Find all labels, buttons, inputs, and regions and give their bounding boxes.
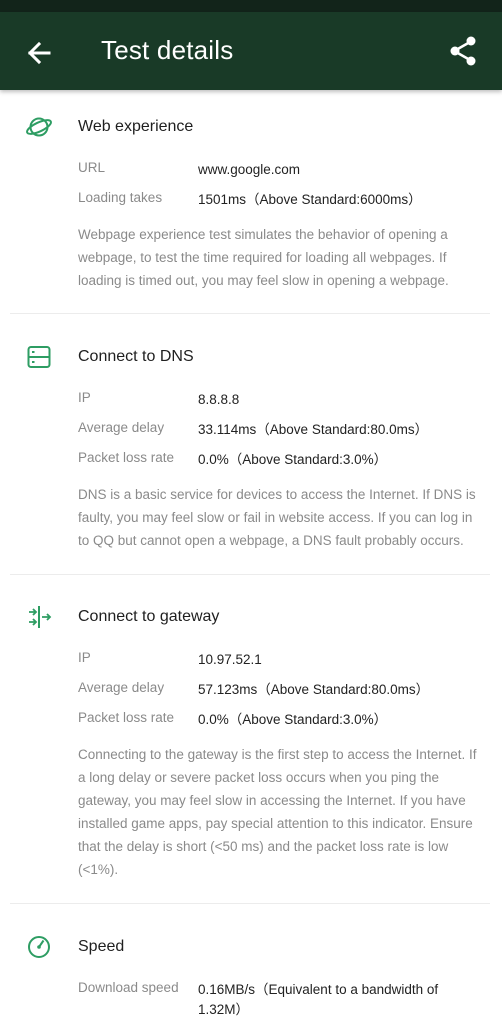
- row-value: 57.123ms（Above Standard:80.0ms）: [198, 682, 430, 697]
- row-label: Average delay: [78, 680, 165, 695]
- row-value: 0.0%（Above Standard:3.0%）: [198, 712, 388, 727]
- status-bar: [0, 0, 502, 12]
- row-label: Packet loss rate: [78, 710, 175, 725]
- page-title: Test details: [101, 35, 234, 65]
- share-icon: [450, 36, 476, 66]
- section-description: DNS is a basic service for devices to ac…: [78, 487, 476, 548]
- section-title: Web experience: [78, 118, 194, 135]
- arrow-left-icon: [27, 41, 51, 65]
- row-label: Packet loss rate: [78, 450, 175, 465]
- section-description: Webpage experience test simulates the be…: [78, 227, 449, 288]
- section-title: Connect to gateway: [78, 608, 220, 625]
- gateway-arrows-icon: [29, 606, 52, 628]
- row-value: 33.114ms（Above Standard:80.0ms）: [198, 422, 429, 437]
- divider: [10, 313, 490, 314]
- row-label: Loading takes: [78, 190, 163, 205]
- row-label: Download speed: [78, 980, 179, 995]
- row-label: IP: [78, 390, 91, 405]
- back-button[interactable]: [22, 36, 56, 70]
- row-value: 10.97.52.1: [198, 652, 262, 667]
- row-label: URL: [78, 160, 106, 175]
- row-value: www.google.com: [198, 162, 301, 177]
- row-value: 8.8.8.8: [198, 392, 240, 407]
- section-title: Speed: [78, 938, 125, 955]
- server-icon: [27, 346, 51, 368]
- row-value: 0.0%（Above Standard:3.0%）: [198, 452, 388, 467]
- row-label: Average delay: [78, 420, 165, 435]
- row-value: 0.16MB/s（Equivalent to a bandwidth of 1.…: [198, 982, 439, 1017]
- row-value: 1501ms（Above Standard:6000ms）: [198, 192, 422, 207]
- app-bar: Test details: [0, 12, 502, 90]
- divider: [10, 574, 490, 575]
- planet-icon: [26, 117, 52, 137]
- section-title: Connect to DNS: [78, 348, 194, 365]
- share-button[interactable]: [446, 34, 480, 68]
- row-label: IP: [78, 650, 91, 665]
- divider: [10, 903, 490, 904]
- speedometer-icon: [28, 936, 50, 958]
- section-description: Connecting to the gateway is the first s…: [78, 747, 477, 877]
